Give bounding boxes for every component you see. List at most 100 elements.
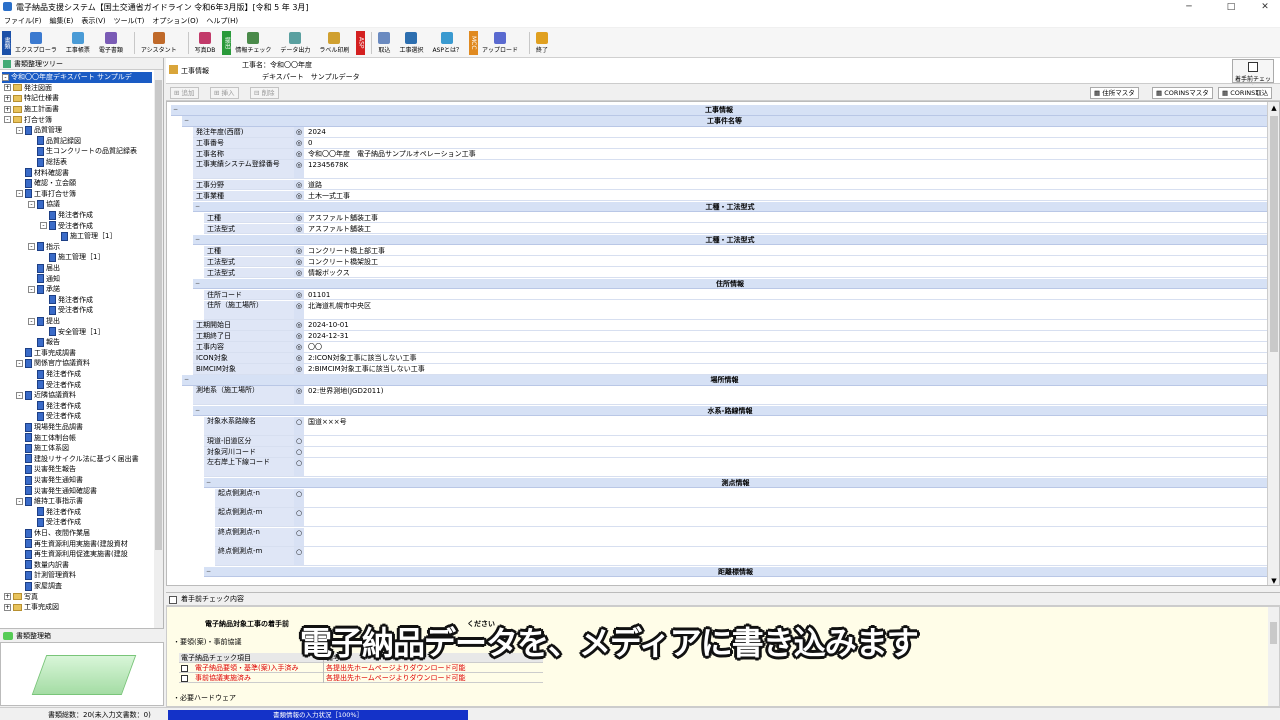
tree-node[interactable]: + 発注図面 bbox=[4, 83, 52, 94]
tree-node[interactable]: 発注者作成 bbox=[28, 507, 81, 518]
checkbox[interactable] bbox=[181, 664, 188, 672]
section-collapse-icon[interactable]: − bbox=[194, 280, 201, 287]
menu-item[interactable]: 編集(E) bbox=[50, 16, 74, 26]
toolbar-button[interactable]: 終了 bbox=[534, 29, 550, 57]
menu-item[interactable]: 表示(V) bbox=[81, 16, 105, 26]
tree-node[interactable]: - 関係官庁協議資料 bbox=[16, 358, 90, 369]
collapse-icon[interactable]: - bbox=[40, 222, 47, 230]
field-value[interactable] bbox=[305, 489, 1267, 507]
field-value[interactable]: 令和〇〇年度 電子納品サンプルオペレーション工事 bbox=[305, 149, 1267, 159]
collapse-icon[interactable]: - bbox=[4, 116, 11, 124]
form-section-header[interactable]: − 住所情報 bbox=[193, 278, 1267, 289]
tree-node[interactable]: 材料確認書 bbox=[16, 167, 69, 178]
tree-node[interactable]: 災害発生報告 bbox=[16, 464, 76, 475]
toolbar-button[interactable]: アップロード bbox=[480, 29, 520, 57]
tree-node[interactable]: 施工管理［1］ bbox=[40, 252, 104, 263]
tree-node[interactable]: 数量内訳書 bbox=[16, 560, 69, 571]
tree-node[interactable]: 安全管理［1］ bbox=[40, 326, 104, 337]
menu-item[interactable]: オプション(O) bbox=[152, 16, 198, 26]
collapse-icon[interactable]: - bbox=[28, 200, 35, 208]
tree-node[interactable]: - 指示 bbox=[28, 242, 60, 253]
tree-node[interactable]: 計測管理資料 bbox=[16, 570, 76, 581]
collapse-icon[interactable]: - bbox=[28, 317, 35, 325]
maximize-button[interactable]: □ bbox=[1220, 1, 1242, 13]
form-section-header[interactable]: − 工事件名等 bbox=[182, 116, 1267, 127]
collapse-icon[interactable]: - bbox=[16, 126, 23, 134]
tree-node[interactable]: 施工管理［1］ bbox=[52, 231, 116, 242]
field-value[interactable]: 道路 bbox=[305, 180, 1267, 190]
menu-item[interactable]: ヘルプ(H) bbox=[206, 16, 238, 26]
collapse-icon[interactable]: - bbox=[16, 497, 23, 505]
tree-node[interactable]: 報告 bbox=[28, 337, 60, 348]
field-value[interactable]: コンクリート橋上部工事 bbox=[305, 246, 1267, 256]
field-value[interactable]: 土木一式工事 bbox=[305, 191, 1267, 201]
field-value[interactable]: 2024 bbox=[305, 127, 1267, 137]
expand-icon[interactable]: + bbox=[4, 603, 11, 611]
expand-icon[interactable]: + bbox=[4, 84, 11, 92]
tree-node[interactable]: 発注者作成 bbox=[28, 401, 81, 412]
tree-node[interactable]: 再生資源利用促進実施書(建設 bbox=[16, 549, 128, 560]
field-value[interactable]: 01101 bbox=[305, 290, 1267, 300]
tree-node[interactable]: - 協議 bbox=[28, 199, 60, 210]
form-scrollbar[interactable]: ▲ ▼ bbox=[1267, 102, 1279, 585]
collapse-icon[interactable]: - bbox=[28, 285, 35, 293]
check-scrollbar[interactable] bbox=[1268, 607, 1279, 706]
tree-scrollbar[interactable] bbox=[154, 70, 163, 628]
scroll-up-icon[interactable]: ▲ bbox=[1269, 103, 1279, 113]
field-value[interactable]: コンクリート橋架設工 bbox=[305, 257, 1267, 267]
tree-node[interactable]: 発注者作成 bbox=[40, 210, 93, 221]
tree-node[interactable]: 現場発生品調書 bbox=[16, 422, 83, 433]
section-collapse-icon[interactable]: − bbox=[194, 236, 201, 243]
field-value[interactable]: 12345678K bbox=[305, 160, 1267, 178]
insert-button[interactable]: ⊞ 挿入 bbox=[210, 87, 239, 99]
tree-node[interactable]: 施工体制台帳 bbox=[16, 432, 76, 443]
tree-node[interactable]: - 承諾 bbox=[28, 284, 60, 295]
tree-node[interactable]: - 受注者作成 bbox=[40, 220, 93, 231]
field-value[interactable]: 国道×××号 bbox=[305, 417, 1267, 435]
toolbar-mode-tag[interactable]: MCC bbox=[469, 30, 478, 55]
form-section-header[interactable]: − 工種・工法型式 bbox=[193, 234, 1267, 245]
pre-start-check-button[interactable]: 着手前チェック bbox=[1232, 59, 1274, 92]
minimize-button[interactable]: ─ bbox=[1178, 1, 1200, 13]
tree-node[interactable]: 受注者作成 bbox=[28, 379, 81, 390]
tree-node[interactable]: + 写真 bbox=[4, 591, 38, 602]
field-value[interactable]: 2024-12-31 bbox=[305, 331, 1267, 341]
tree-node[interactable]: 生コンクリートの品質記録表 bbox=[28, 146, 137, 157]
collapse-icon[interactable]: - bbox=[16, 391, 23, 399]
field-value[interactable] bbox=[305, 458, 1267, 476]
form-section-header[interactable]: − 距離標情報 bbox=[204, 566, 1267, 577]
tree-node[interactable]: + 工事完成図 bbox=[4, 602, 59, 613]
expand-icon[interactable]: + bbox=[4, 105, 11, 113]
collapse-icon[interactable]: - bbox=[16, 190, 23, 198]
field-value[interactable]: 〇〇 bbox=[305, 342, 1267, 352]
bin-box[interactable] bbox=[0, 642, 164, 706]
tree-scroll-thumb[interactable] bbox=[155, 80, 162, 550]
menu-item[interactable]: ツール(T) bbox=[114, 16, 145, 26]
toolbar-button[interactable]: 情報チェック bbox=[233, 29, 273, 57]
field-value[interactable] bbox=[305, 528, 1267, 546]
field-value[interactable]: 2024-10-01 bbox=[305, 320, 1267, 330]
tree-node[interactable]: 災害発生通知確認書 bbox=[16, 485, 97, 496]
expand-icon[interactable]: + bbox=[4, 593, 11, 601]
tree-node[interactable]: - 提出 bbox=[28, 316, 60, 327]
tree-root-node[interactable]: - 令和〇〇年度デキスパート サンプルデ bbox=[2, 72, 152, 83]
field-value[interactable] bbox=[305, 447, 1267, 457]
section-collapse-icon[interactable]: − bbox=[194, 407, 201, 414]
form-section-header[interactable]: − 工種・工法型式 bbox=[193, 201, 1267, 212]
tree-node[interactable]: - 打合せ簿 bbox=[4, 114, 52, 125]
section-collapse-icon[interactable]: − bbox=[183, 377, 190, 383]
field-value[interactable]: アスファルト舗装工事 bbox=[305, 213, 1267, 223]
field-value[interactable]: 北海道札幌市中央区 bbox=[305, 301, 1267, 319]
tree-node[interactable]: 受注者作成 bbox=[28, 411, 81, 422]
field-value[interactable] bbox=[305, 547, 1267, 565]
delete-button[interactable]: ⊟ 削除 bbox=[250, 87, 279, 99]
section-collapse-icon[interactable]: − bbox=[205, 479, 212, 486]
toolbar-mode-tag[interactable]: 提出 bbox=[222, 30, 232, 55]
tree-node[interactable]: 工事完成調書 bbox=[16, 348, 76, 359]
address-master-button[interactable]: ▦ 住所マスタ bbox=[1090, 87, 1139, 99]
section-collapse-icon[interactable]: − bbox=[183, 118, 190, 124]
toolbar-button[interactable]: 写真DB bbox=[193, 29, 218, 57]
tree-node[interactable]: 建設リサイクル法に基づく届出書 bbox=[16, 454, 139, 465]
toolbar-button[interactable]: アシスタント bbox=[139, 29, 179, 57]
collapse-icon[interactable]: - bbox=[28, 243, 35, 251]
